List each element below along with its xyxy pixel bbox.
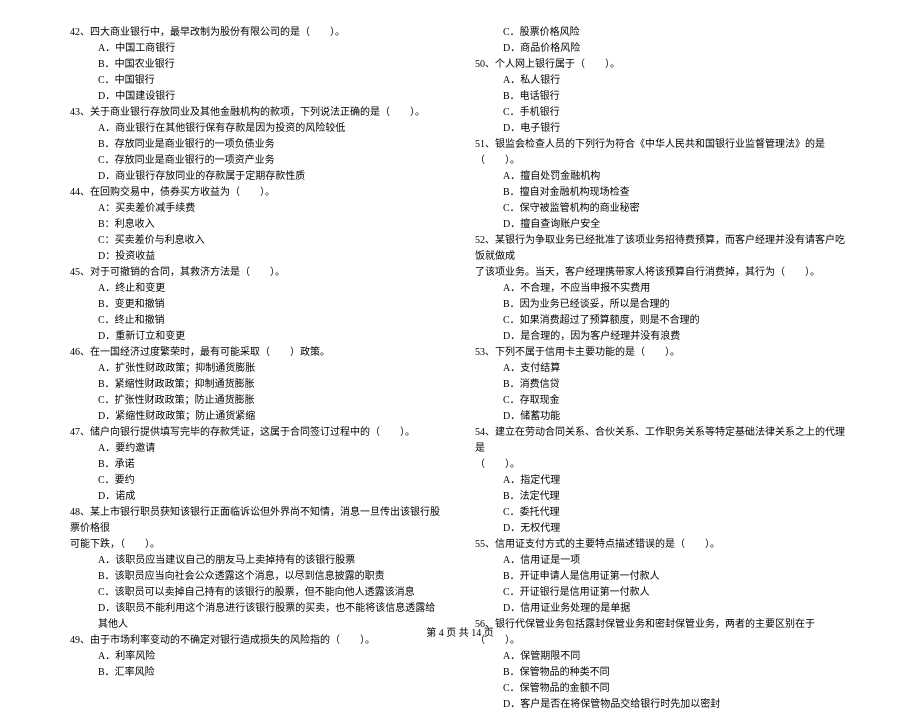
q43-opt-b: B．存放同业是商业银行的一项负债业务 bbox=[70, 137, 445, 153]
q54-text1: 54、建立在劳动合同关系、合伙关系、工作职务关系等特定基础法律关系之上的代理是 bbox=[475, 425, 850, 457]
q48-opt-b: B．该职员应当向社会公众透露这个消息，以尽到信息披露的职责 bbox=[70, 569, 445, 585]
q47-opt-b: B．承诺 bbox=[70, 457, 445, 473]
q46-opt-a: A．扩张性财政政策；抑制通货膨胀 bbox=[70, 361, 445, 377]
q54-opt-c: C．委托代理 bbox=[475, 505, 850, 521]
q51-opt-a: A．擅自处罚金融机构 bbox=[475, 169, 850, 185]
q54-opt-d: D．无权代理 bbox=[475, 521, 850, 537]
q42-opt-d: D．中国建设银行 bbox=[70, 89, 445, 105]
q47-opt-d: D．诺成 bbox=[70, 489, 445, 505]
q55-opt-c: C．开证银行是信用证第一付款人 bbox=[475, 585, 850, 601]
q44-text: 44、在回购交易中，债券买方收益为（ ）。 bbox=[70, 185, 445, 201]
question-46: 46、在一国经济过度繁荣时，最有可能采取（ ）政策。 A．扩张性财政政策；抑制通… bbox=[70, 345, 445, 425]
q50-text: 50、个人网上银行属于（ ）。 bbox=[475, 57, 850, 73]
q45-text: 45、对于可撤销的合同，其救济方法是（ ）。 bbox=[70, 265, 445, 281]
q54-opt-b: B．法定代理 bbox=[475, 489, 850, 505]
content-columns: 42、四大商业银行中，最早改制为股份有限公司的是（ ）。 A．中国工商银行 B．… bbox=[70, 25, 850, 713]
q47-opt-a: A．要约邀请 bbox=[70, 441, 445, 457]
page-footer: 第 4 页 共 14 页 bbox=[0, 626, 920, 642]
q52-opt-d: D．是合理的，因为客户经理并没有浪费 bbox=[475, 329, 850, 345]
q56-opt-d: D．客户是否在将保管物品交给银行时先加以密封 bbox=[475, 697, 850, 713]
q48-text2: 可能下跌，（ ）。 bbox=[70, 537, 445, 553]
q45-opt-c: C．终止和撤销 bbox=[70, 313, 445, 329]
q44-opt-a: A：买卖差价减手续费 bbox=[70, 201, 445, 217]
q52-opt-b: B．因为业务已经谈妥，所以是合理的 bbox=[475, 297, 850, 313]
q48-text1: 48、某上市银行职员获知该银行正面临诉讼但外界尚不知情，消息一旦传出该银行股票价… bbox=[70, 505, 445, 537]
q42-opt-c: C．中国银行 bbox=[70, 73, 445, 89]
q53-opt-a: A．支付结算 bbox=[475, 361, 850, 377]
q48-opt-a: A．该职员应当建议自己的朋友马上卖掉持有的该银行股票 bbox=[70, 553, 445, 569]
question-47: 47、储户向银行提供填写完毕的存款凭证，这属于合同签订过程中的（ ）。 A．要约… bbox=[70, 425, 445, 505]
q52-text1: 52、某银行为争取业务已经批准了该项业务招待费预算，而客户经理并没有请客户吃饭就… bbox=[475, 233, 850, 265]
q53-opt-b: B．消费信贷 bbox=[475, 377, 850, 393]
q49-opt-d: D．商品价格风险 bbox=[475, 41, 850, 57]
q46-opt-b: B．紧缩性财政政策；抑制通货膨胀 bbox=[70, 377, 445, 393]
q43-opt-a: A．商业银行在其他银行保有存款是因为投资的风险较低 bbox=[70, 121, 445, 137]
question-54: 54、建立在劳动合同关系、合伙关系、工作职务关系等特定基础法律关系之上的代理是 … bbox=[475, 425, 850, 537]
question-45: 45、对于可撤销的合同，其救济方法是（ ）。 A．终止和变更 B．变更和撤销 C… bbox=[70, 265, 445, 345]
q53-opt-c: C．存取现金 bbox=[475, 393, 850, 409]
q55-opt-b: B．开证申请人是信用证第一付款人 bbox=[475, 569, 850, 585]
right-column: C．股票价格风险 D．商品价格风险 50、个人网上银行属于（ ）。 A．私人银行… bbox=[475, 25, 850, 713]
q54-text2: （ ）。 bbox=[475, 457, 850, 473]
question-44: 44、在回购交易中，债券买方收益为（ ）。 A：买卖差价减手续费 B：利息收入 … bbox=[70, 185, 445, 265]
q56-opt-b: B．保管物品的种类不同 bbox=[475, 665, 850, 681]
q50-opt-b: B．电话银行 bbox=[475, 89, 850, 105]
q54-opt-a: A．指定代理 bbox=[475, 473, 850, 489]
q44-opt-c: C：买卖差价与利息收入 bbox=[70, 233, 445, 249]
q56-opt-c: C．保管物品的金额不同 bbox=[475, 681, 850, 697]
q50-opt-c: C．手机银行 bbox=[475, 105, 850, 121]
question-49-cont: C．股票价格风险 D．商品价格风险 bbox=[475, 25, 850, 57]
q52-opt-a: A．不合理，不应当申报不实费用 bbox=[475, 281, 850, 297]
q55-opt-a: A．信用证是一项 bbox=[475, 553, 850, 569]
q43-opt-d: D．商业银行存放同业的存款属于定期存款性质 bbox=[70, 169, 445, 185]
q49-opt-c: C．股票价格风险 bbox=[475, 25, 850, 41]
q42-text: 42、四大商业银行中，最早改制为股份有限公司的是（ ）。 bbox=[70, 25, 445, 41]
left-column: 42、四大商业银行中，最早改制为股份有限公司的是（ ）。 A．中国工商银行 B．… bbox=[70, 25, 445, 713]
q53-text: 53、下列不属于信用卡主要功能的是（ ）。 bbox=[475, 345, 850, 361]
q50-opt-a: A．私人银行 bbox=[475, 73, 850, 89]
q44-opt-d: D：投资收益 bbox=[70, 249, 445, 265]
q45-opt-d: D．重新订立和变更 bbox=[70, 329, 445, 345]
q44-opt-b: B：利息收入 bbox=[70, 217, 445, 233]
q46-text: 46、在一国经济过度繁荣时，最有可能采取（ ）政策。 bbox=[70, 345, 445, 361]
q52-opt-c: C．如果消费超过了预算额度，则是不合理的 bbox=[475, 313, 850, 329]
q42-opt-a: A．中国工商银行 bbox=[70, 41, 445, 57]
q43-text: 43、关于商业银行存放同业及其他金融机构的款项，下列说法正确的是（ ）。 bbox=[70, 105, 445, 121]
q51-opt-b: B．擅自对金融机构现场检查 bbox=[475, 185, 850, 201]
question-55: 55、信用证支付方式的主要特点描述错误的是（ ）。 A．信用证是一项 B．开证申… bbox=[475, 537, 850, 617]
q56-opt-a: A．保管期限不同 bbox=[475, 649, 850, 665]
q43-opt-c: C．存放同业是商业银行的一项资产业务 bbox=[70, 153, 445, 169]
q49-opt-a: A．利率风险 bbox=[70, 649, 445, 665]
question-52: 52、某银行为争取业务已经批准了该项业务招待费预算，而客户经理并没有请客户吃饭就… bbox=[475, 233, 850, 345]
q47-opt-c: C．要约 bbox=[70, 473, 445, 489]
question-42: 42、四大商业银行中，最早改制为股份有限公司的是（ ）。 A．中国工商银行 B．… bbox=[70, 25, 445, 105]
q51-text: 51、银监会检查人员的下列行为符合《中华人民共和国银行业监督管理法》的是（ ）。 bbox=[475, 137, 850, 169]
q55-opt-d: D．信用证业务处理的是单据 bbox=[475, 601, 850, 617]
q52-text2: 了该项业务。当天，客户经理携带家人将该预算自行消费掉，其行为（ ）。 bbox=[475, 265, 850, 281]
q46-opt-c: C．扩张性财政政策；防止通货膨胀 bbox=[70, 393, 445, 409]
q46-opt-d: D．紧缩性财政政策；防止通货紧缩 bbox=[70, 409, 445, 425]
question-53: 53、下列不属于信用卡主要功能的是（ ）。 A．支付结算 B．消费信贷 C．存取… bbox=[475, 345, 850, 425]
q55-text: 55、信用证支付方式的主要特点描述错误的是（ ）。 bbox=[475, 537, 850, 553]
q49-opt-b: B．汇率风险 bbox=[70, 665, 445, 681]
question-51: 51、银监会检查人员的下列行为符合《中华人民共和国银行业监督管理法》的是（ ）。… bbox=[475, 137, 850, 233]
question-50: 50、个人网上银行属于（ ）。 A．私人银行 B．电话银行 C．手机银行 D．电… bbox=[475, 57, 850, 137]
q45-opt-a: A．终止和变更 bbox=[70, 281, 445, 297]
q51-opt-c: C．保守被监管机构的商业秘密 bbox=[475, 201, 850, 217]
q42-opt-b: B．中国农业银行 bbox=[70, 57, 445, 73]
q47-text: 47、储户向银行提供填写完毕的存款凭证，这属于合同签订过程中的（ ）。 bbox=[70, 425, 445, 441]
q51-opt-d: D．擅自查询账户安全 bbox=[475, 217, 850, 233]
q53-opt-d: D．储蓄功能 bbox=[475, 409, 850, 425]
q48-opt-c: C．该职员可以卖掉自己持有的该银行的股票，但不能向他人透露该消息 bbox=[70, 585, 445, 601]
q50-opt-d: D．电子银行 bbox=[475, 121, 850, 137]
question-48: 48、某上市银行职员获知该银行正面临诉讼但外界尚不知情，消息一旦传出该银行股票价… bbox=[70, 505, 445, 633]
question-43: 43、关于商业银行存放同业及其他金融机构的款项，下列说法正确的是（ ）。 A．商… bbox=[70, 105, 445, 185]
q45-opt-b: B．变更和撤销 bbox=[70, 297, 445, 313]
